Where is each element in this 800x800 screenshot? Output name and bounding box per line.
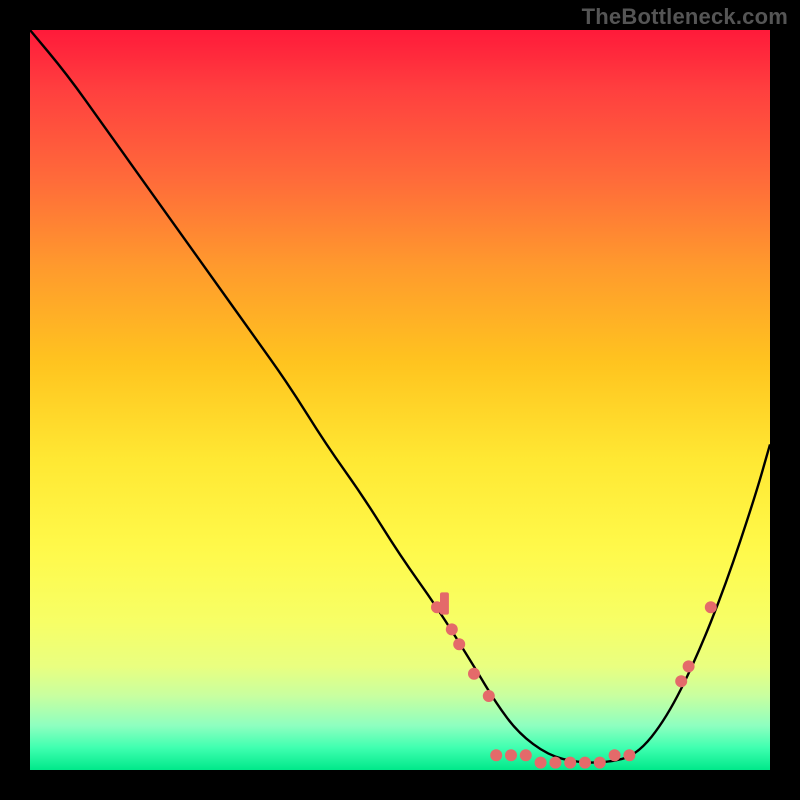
curve-dot — [623, 749, 635, 761]
curve-dot — [483, 690, 495, 702]
curve-dots — [431, 601, 717, 768]
curve-point-bar — [440, 592, 449, 614]
curve-dot — [675, 675, 687, 687]
curve-dot — [453, 638, 465, 650]
plot-area — [30, 30, 770, 770]
curve-dot — [579, 757, 591, 769]
curve-dot — [683, 660, 695, 672]
curve-dot — [505, 749, 517, 761]
curve-dot — [564, 757, 576, 769]
curve-dot — [549, 757, 561, 769]
curve-dot — [490, 749, 502, 761]
curve-dot — [468, 668, 480, 680]
curve-line — [30, 30, 770, 763]
watermark-text: TheBottleneck.com — [582, 4, 788, 30]
curve-dot — [520, 749, 532, 761]
curve-dot — [594, 757, 606, 769]
curve-dot — [705, 601, 717, 613]
chart-container: TheBottleneck.com — [0, 0, 800, 800]
curve-dot — [446, 623, 458, 635]
curve-svg — [30, 30, 770, 770]
curve-dot — [535, 757, 547, 769]
curve-dot — [609, 749, 621, 761]
